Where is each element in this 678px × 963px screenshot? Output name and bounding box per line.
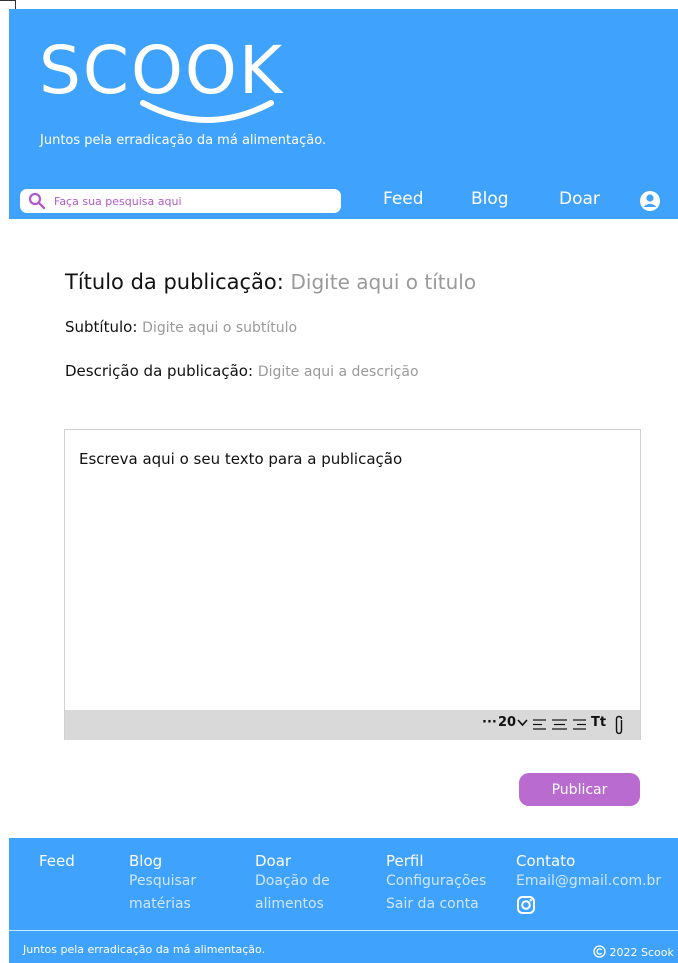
footer-feed-title[interactable]: Feed [39, 852, 75, 870]
instagram-icon[interactable] [516, 895, 536, 915]
header-tagline: Juntos pela erradicação da má alimentaçã… [40, 133, 327, 148]
footer-link-materias[interactable]: matérias [129, 893, 196, 916]
font-size-select[interactable]: 20 [498, 715, 516, 730]
post-subtitle-input[interactable] [142, 320, 343, 336]
footer-col-doar: Doar Doação de alimentos [255, 852, 330, 916]
post-body-textarea[interactable] [65, 430, 640, 710]
chevron-down-icon[interactable] [517, 719, 528, 727]
copyright-icon [593, 945, 606, 958]
footer-col-feed: Feed [39, 852, 75, 870]
nav-blog[interactable]: Blog [471, 189, 509, 209]
post-title-row: Título da publicação: [65, 270, 511, 294]
footer-perfil-title[interactable]: Perfil [386, 852, 486, 870]
post-editor: ··· 20 Tt [64, 429, 641, 740]
post-description-input[interactable] [257, 364, 458, 380]
align-right-icon[interactable] [572, 719, 586, 730]
editor-toolbar: ··· 20 Tt [65, 710, 640, 740]
search-bar[interactable] [20, 189, 341, 213]
footer-col-contato: Contato Email@gmail.com.br [516, 852, 661, 915]
footer-email[interactable]: Email@gmail.com.br [516, 870, 661, 893]
site-header: SCOOK Juntos pela erradicação da má alim… [9, 9, 678, 219]
logo[interactable]: SCOOK [39, 31, 339, 141]
footer-contato-title[interactable]: Contato [516, 852, 661, 870]
footer-link-configuracoes[interactable]: Configurações [386, 870, 486, 893]
footer-link-alimentos[interactable]: alimentos [255, 893, 330, 916]
nav-feed[interactable]: Feed [383, 189, 424, 209]
copyright-text: 2022 Scook [609, 946, 674, 959]
search-icon[interactable] [28, 192, 46, 210]
post-description-label: Descrição da publicação: [65, 362, 254, 380]
footer-col-perfil: Perfil Configurações Sair da conta [386, 852, 486, 916]
nav-doar[interactable]: Doar [559, 189, 600, 209]
footer-blog-title[interactable]: Blog [129, 852, 196, 870]
window-corner [0, 0, 16, 9]
align-center-icon[interactable] [552, 719, 567, 730]
post-title-label: Título da publicação: [65, 270, 284, 294]
more-options-button[interactable]: ··· [482, 715, 497, 730]
footer-link-doacao[interactable]: Doação de [255, 870, 330, 893]
logo-smile-icon [140, 100, 274, 123]
post-subtitle-label: Subtítulo: [65, 318, 138, 336]
publish-button[interactable]: Publicar [519, 773, 640, 806]
footer-link-sair[interactable]: Sair da conta [386, 893, 486, 916]
user-icon[interactable] [639, 190, 661, 212]
site-footer: Feed Blog Pesquisar matérias Doar Doação… [9, 838, 678, 963]
post-title-input[interactable] [290, 270, 511, 294]
footer-doar-title[interactable]: Doar [255, 852, 330, 870]
footer-link-pesquisar[interactable]: Pesquisar [129, 870, 196, 893]
post-description-row: Descrição da publicação: [65, 362, 458, 380]
copyright: 2022 Scook [593, 945, 678, 959]
footer-divider [9, 930, 678, 931]
text-style-button[interactable]: Tt [591, 715, 606, 730]
paperclip-icon[interactable] [613, 715, 625, 735]
footer-col-blog: Blog Pesquisar matérias [129, 852, 196, 916]
footer-tagline: Juntos pela erradicação da má alimentaçã… [23, 943, 266, 956]
align-left-icon[interactable] [533, 719, 547, 730]
search-input[interactable] [54, 189, 334, 213]
post-subtitle-row: Subtítulo: [65, 318, 343, 336]
